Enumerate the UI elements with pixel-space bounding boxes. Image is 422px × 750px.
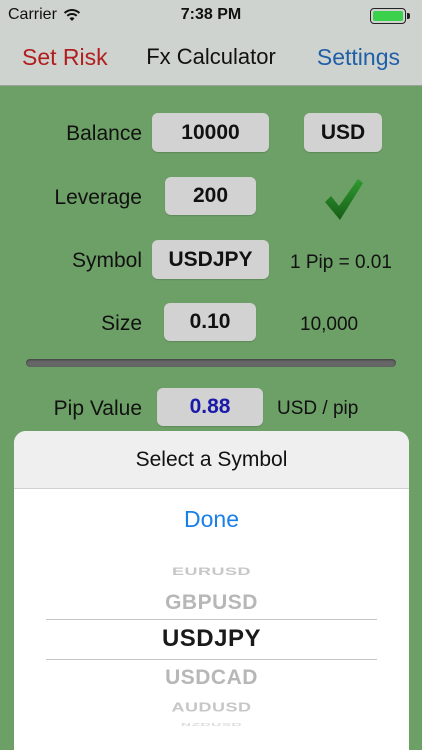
done-button[interactable]: Done bbox=[14, 506, 409, 533]
checkmark-icon[interactable] bbox=[322, 176, 364, 222]
picker-selection-line-top bbox=[46, 619, 377, 620]
picker-title: Select a Symbol bbox=[14, 431, 409, 489]
leverage-label: Leverage bbox=[54, 186, 142, 209]
navigation-bar: Set Risk Fx Calculator Settings bbox=[0, 30, 422, 86]
picker-option[interactable]: AUDUSD bbox=[14, 700, 409, 715]
size-units-label: 10,000 bbox=[300, 314, 359, 335]
symbol-label: Symbol bbox=[71, 249, 142, 272]
balance-label: Balance bbox=[66, 122, 142, 145]
symbol-picker-wheel[interactable]: EURUSD GBPUSD USDJPY USDCAD AUDUSD NZDUS… bbox=[14, 561, 409, 750]
symbol-field[interactable]: USDJPY bbox=[152, 240, 269, 279]
status-time: 7:38 PM bbox=[180, 6, 242, 23]
picker-option[interactable]: GBPUSD bbox=[14, 591, 409, 615]
battery-icon bbox=[370, 7, 414, 25]
picker-option-selected[interactable]: USDJPY bbox=[14, 625, 409, 653]
currency-button[interactable]: USD bbox=[304, 113, 382, 152]
size-label: Size bbox=[101, 312, 142, 335]
picker-option[interactable]: USDCAD bbox=[14, 666, 409, 690]
pip-value-field: 0.88 bbox=[157, 388, 263, 426]
status-bar: Carrier 7:38 PM bbox=[0, 0, 422, 30]
pip-value-label: Pip Value bbox=[53, 397, 142, 420]
picker-option[interactable]: NZDUSD bbox=[14, 721, 409, 727]
symbol-picker-sheet: Select a Symbol Done EURUSD GBPUSD USDJP… bbox=[14, 431, 409, 750]
settings-button[interactable]: Settings bbox=[317, 44, 400, 71]
leverage-field[interactable]: 200 bbox=[165, 177, 256, 215]
size-field[interactable]: 0.10 bbox=[164, 303, 256, 341]
balance-field[interactable]: 10000 bbox=[152, 113, 269, 152]
size-slider[interactable] bbox=[26, 359, 396, 367]
pip-value-unit: USD / pip bbox=[277, 398, 359, 419]
picker-selection-line-bottom bbox=[46, 659, 377, 660]
picker-option[interactable]: EURUSD bbox=[14, 565, 409, 578]
pip-info-label: 1 Pip = 0.01 bbox=[290, 252, 392, 273]
